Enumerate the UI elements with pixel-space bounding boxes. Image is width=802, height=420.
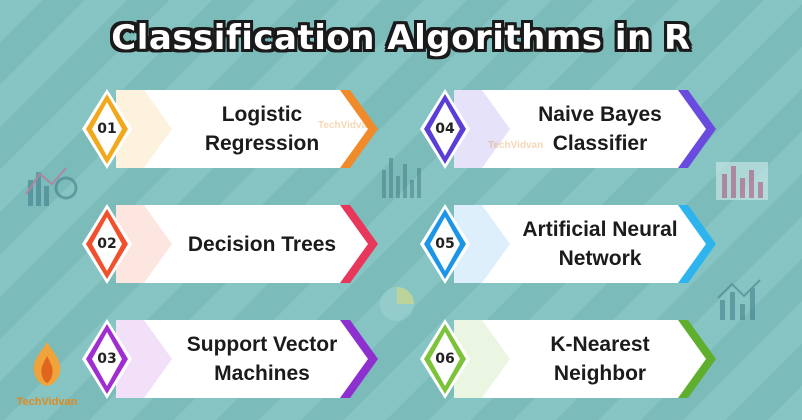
algorithm-card-06: 06 K-Nearest Neighbor	[420, 318, 716, 400]
analytics-icon	[25, 167, 78, 206]
algorithm-card-04: 04 Naive Bayes Classifier	[420, 88, 716, 170]
logo-text: TechVidvan	[16, 396, 78, 408]
algorithm-card-02: 02 Decision Trees	[82, 203, 378, 285]
line-chart-icon	[717, 279, 761, 320]
watermark: TechVidvan	[488, 140, 544, 151]
algorithm-card-05: 05 Artificial Neural Network	[420, 203, 716, 285]
card-number: 04	[435, 121, 455, 137]
card-number: 06	[435, 351, 455, 367]
watermark: TechVidvan	[318, 120, 374, 131]
card-number: 05	[435, 236, 455, 252]
algorithm-card-03: 03 Support Vector Machines	[82, 318, 378, 400]
techvidvan-logo: TechVidvan	[14, 338, 80, 408]
card-label: Decision Trees	[187, 232, 337, 256]
pie-chart-icon	[380, 287, 414, 321]
logo-flame-icon	[33, 342, 61, 386]
card-label: Support Vector Machines	[186, 333, 338, 385]
card-number: 01	[97, 121, 117, 137]
card-label: K-Nearest Neighbor	[550, 333, 650, 385]
card-number: 03	[97, 351, 117, 367]
bar-chart-icon-right	[716, 162, 768, 200]
card-number: 02	[97, 236, 117, 252]
card-label: Artificial Neural Network	[522, 218, 678, 270]
card-label: Naive Bayes Classifier	[538, 103, 662, 155]
page-title: Classification Algorithms in R	[111, 18, 691, 58]
